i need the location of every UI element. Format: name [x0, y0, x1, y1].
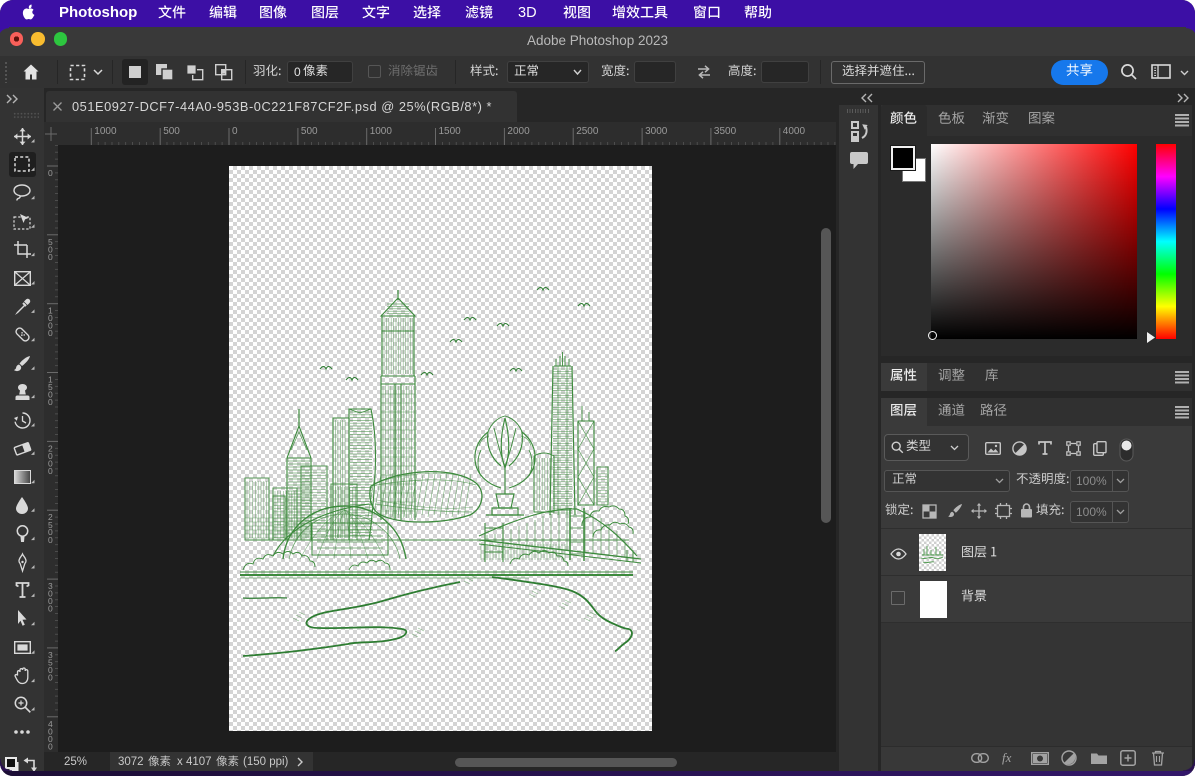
svg-text:0: 0 [48, 328, 53, 338]
svg-text:2500: 2500 [576, 126, 599, 137]
svg-text:0: 0 [48, 397, 53, 407]
svg-text:2000: 2000 [507, 126, 530, 137]
svg-text:1500: 1500 [439, 126, 462, 137]
svg-text:0: 0 [48, 604, 53, 614]
svg-text:0: 0 [48, 168, 53, 178]
svg-text:3000: 3000 [645, 126, 668, 137]
svg-text:0: 0 [48, 535, 53, 545]
svg-text:500: 500 [163, 126, 180, 137]
svg-text:1000: 1000 [94, 126, 117, 137]
svg-text:3500: 3500 [714, 126, 737, 137]
svg-text:0: 0 [48, 466, 53, 476]
svg-text:0: 0 [48, 252, 53, 262]
svg-text:1000: 1000 [370, 126, 393, 137]
svg-text:0: 0 [232, 126, 238, 137]
svg-text:4000: 4000 [783, 126, 806, 137]
svg-text:500: 500 [301, 126, 318, 137]
svg-text:0: 0 [48, 741, 53, 751]
svg-text:0: 0 [48, 672, 53, 682]
